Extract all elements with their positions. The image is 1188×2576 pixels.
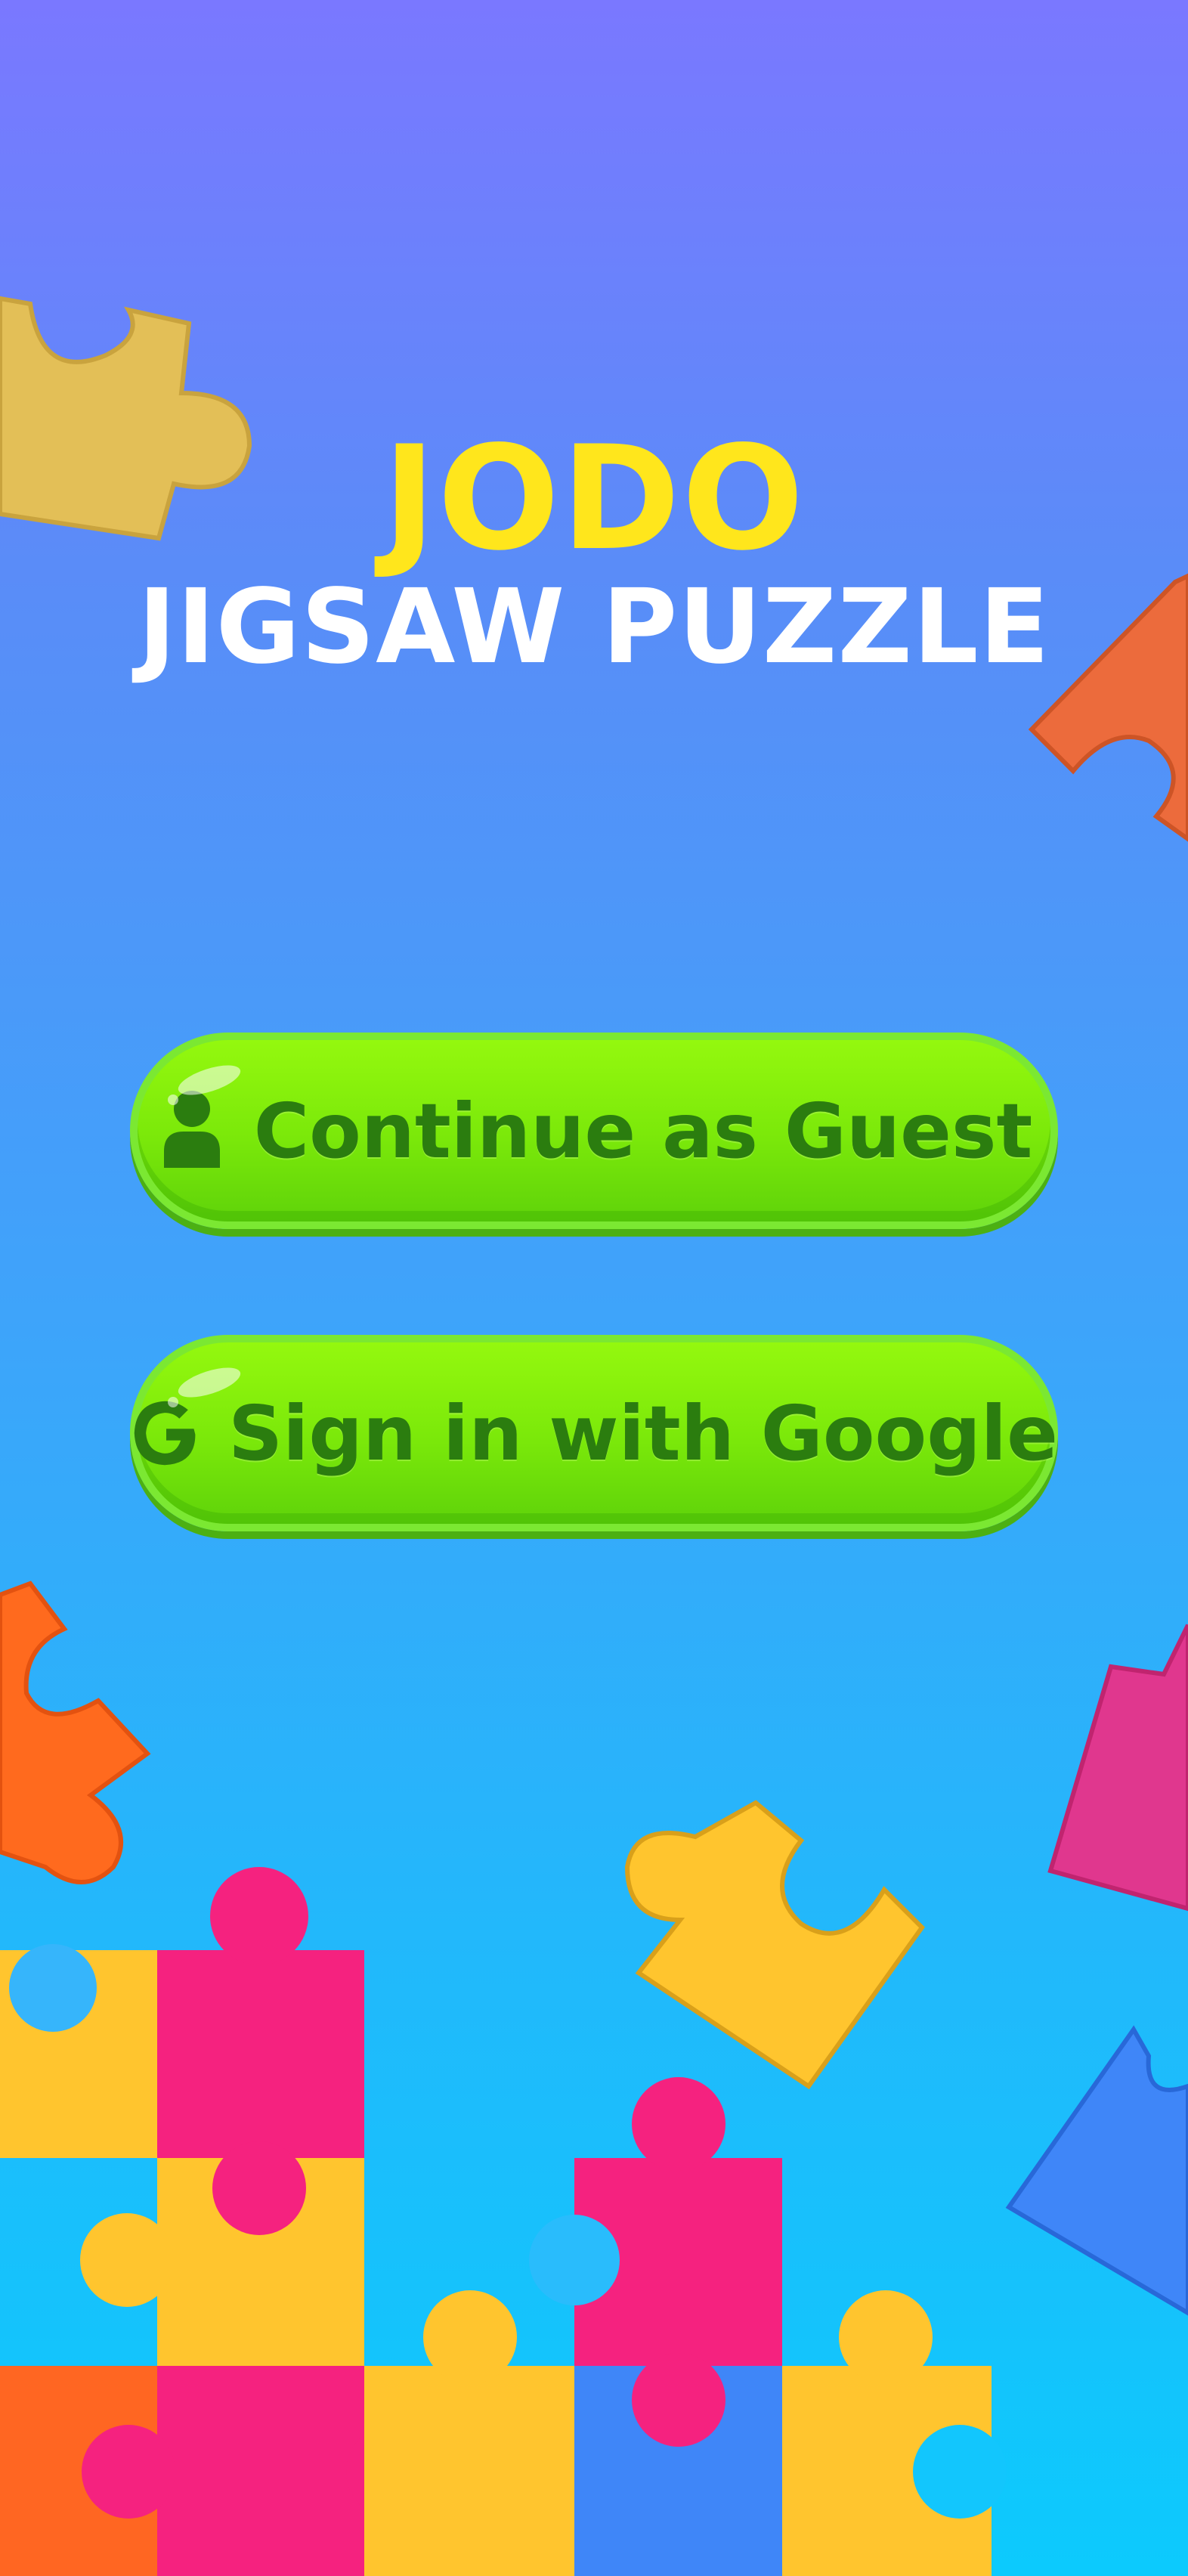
sign-in-with-google-button[interactable]: Sign in with Google [130,1335,1058,1531]
google-g-icon [130,1397,203,1469]
button-shine-dot [168,1094,178,1105]
title-jigsaw-puzzle: JIGSAW PUZZLE [138,568,1050,687]
login-screen: JODO JIGSAW PUZZLE Continue as Guest Sig… [0,0,1188,2576]
puzzle-piece-magenta-right [1047,1624,1188,1912]
puzzle-piece-yellow-center [624,1800,925,2090]
title-jodo: JODO [382,415,806,582]
continue-as-guest-label: Continue as Guest [253,1086,1033,1175]
app-title: JODO JIGSAW PUZZLE [0,423,1188,688]
puzzle-background [0,296,1188,2576]
puzzle-piece-blue-right [1005,2025,1188,2316]
puzzle-piece-orange-left [0,1581,151,1884]
continue-as-guest-button[interactable]: Continue as Guest [130,1033,1058,1229]
button-shine-dot [168,1397,178,1407]
sign-in-with-google-label: Sign in with Google [228,1389,1058,1478]
person-icon [156,1091,228,1168]
